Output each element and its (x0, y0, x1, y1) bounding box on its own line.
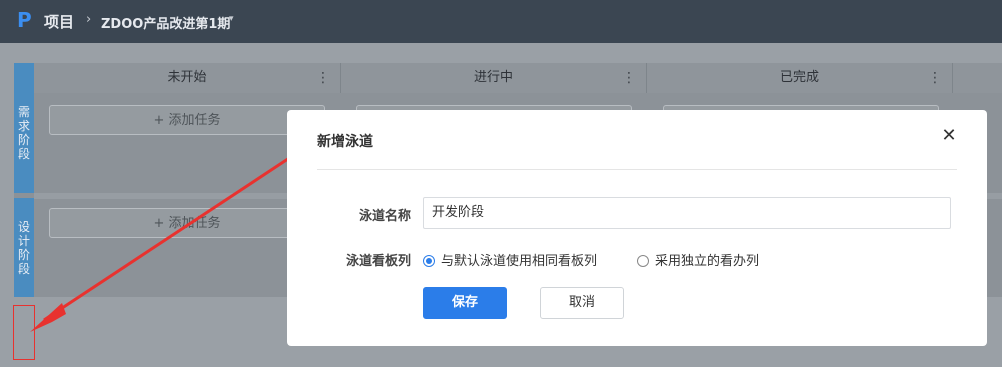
modal-title: 新增泳道 (317, 134, 373, 150)
radio-unselected-icon[interactable] (637, 255, 649, 267)
annotation-arrow-head (30, 303, 66, 332)
radio-label: 采用独立的看办列 (655, 254, 760, 269)
lane-name-label: 泳道名称 (358, 209, 411, 224)
modal-divider (317, 169, 957, 170)
annotation-arrow-line (43, 141, 313, 322)
radio-selected-icon[interactable] (423, 255, 435, 267)
add-swimlane-modal: 新增泳道 ✕ 泳道名称 开发阶段 泳道看板列 与默认泳道使用相同看板列 采用独立… (287, 110, 987, 346)
lane-name-input[interactable]: 开发阶段 (423, 197, 951, 229)
radio-independent-columns[interactable]: 采用独立的看办列 (637, 250, 759, 269)
save-button[interactable]: 保存 (423, 287, 507, 319)
close-icon[interactable]: ✕ (941, 127, 957, 145)
radio-label: 与默认泳道使用相同看板列 (441, 254, 598, 269)
lane-columns-label: 泳道看板列 (345, 254, 411, 269)
radio-same-columns[interactable]: 与默认泳道使用相同看板列 (423, 250, 597, 269)
cancel-button[interactable]: 取消 (540, 287, 624, 319)
